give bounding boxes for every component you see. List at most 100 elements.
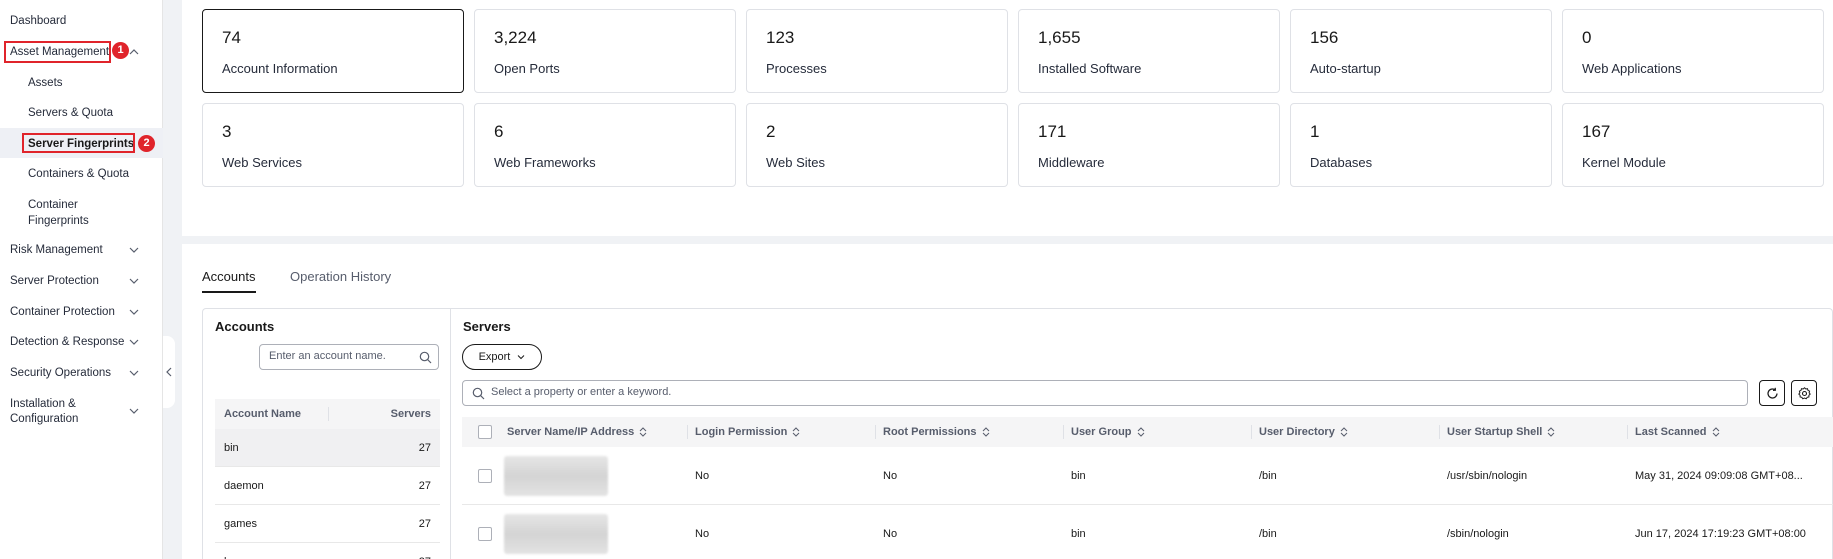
column-header-root-permissions[interactable]: Root Permissions xyxy=(883,426,991,438)
annotation-marker-1: 1 xyxy=(112,42,129,59)
card-web-applications[interactable]: 0 Web Applications xyxy=(1562,9,1824,93)
row-checkbox[interactable] xyxy=(478,469,492,483)
sidebar-item-risk-management[interactable]: Risk Management xyxy=(10,244,103,256)
column-divider xyxy=(1251,425,1252,439)
servers-pane: Servers Export Server Name/IP Address Lo… xyxy=(451,309,1833,559)
card-value: 156 xyxy=(1310,28,1339,47)
chevron-down-icon[interactable] xyxy=(128,367,140,379)
chevron-down-icon[interactable] xyxy=(128,405,140,417)
card-processes[interactable]: 123 Processes xyxy=(746,9,1008,93)
column-label: User Directory xyxy=(1259,426,1335,438)
card-databases[interactable]: 1 Databases xyxy=(1290,103,1552,187)
server-search-input[interactable] xyxy=(462,380,1748,406)
column-header-last-scanned[interactable]: Last Scanned xyxy=(1635,426,1721,438)
column-divider xyxy=(875,425,876,439)
card-account-information[interactable]: 74 Account Information xyxy=(202,9,464,93)
sidebar-item-security-operations[interactable]: Security Operations xyxy=(10,367,111,379)
sidebar-item-assets[interactable]: Assets xyxy=(28,75,63,91)
chevron-down-icon[interactable] xyxy=(128,275,140,287)
card-label: Web Services xyxy=(222,155,302,170)
row-checkbox[interactable] xyxy=(478,527,492,541)
sidebar: Dashboard Asset Management 1 Assets Serv… xyxy=(0,0,163,559)
settings-button[interactable] xyxy=(1791,380,1817,406)
card-label: Databases xyxy=(1310,155,1373,170)
card-value: 3,224 xyxy=(494,28,537,47)
sidebar-item-container-fingerprints[interactable]: Container Fingerprints xyxy=(28,197,89,229)
column-header-user-directory[interactable]: User Directory xyxy=(1259,426,1349,438)
cell-root-permissions: No xyxy=(883,528,898,540)
account-name: games xyxy=(224,518,258,530)
sidebar-item-servers-quota[interactable]: Servers & Quota xyxy=(28,105,113,121)
card-middleware[interactable]: 171 Middleware xyxy=(1018,103,1280,187)
sidebar-item-detection-response[interactable]: Detection & Response xyxy=(10,336,124,348)
card-label: Auto-startup xyxy=(1310,61,1381,76)
cell-user-startup-shell: /usr/sbin/nologin xyxy=(1447,470,1528,482)
details-panel: Accounts Operation History Accounts Acco… xyxy=(182,244,1833,559)
column-label: User Group xyxy=(1071,426,1132,438)
cell-user-directory: /bin xyxy=(1259,528,1277,540)
table-row[interactable]: No No bin /bin /sbin/nologin Jun 17, 202… xyxy=(462,505,1833,559)
accounts-title: Accounts xyxy=(215,319,275,334)
card-open-ports[interactable]: 3,224 Open Ports xyxy=(474,9,736,93)
chevron-up-icon[interactable] xyxy=(128,46,140,58)
column-header-login-permission[interactable]: Login Permission xyxy=(695,426,801,438)
sidebar-collapse-button[interactable] xyxy=(163,336,175,408)
select-all-checkbox[interactable] xyxy=(478,425,492,439)
sidebar-item-label: Configuration xyxy=(10,413,79,425)
server-search-field[interactable] xyxy=(491,386,1691,398)
column-divider xyxy=(328,407,329,421)
account-search-field[interactable] xyxy=(269,350,409,362)
table-row[interactable]: No No bin /bin /usr/sbin/nologin May 31,… xyxy=(462,447,1833,505)
column-divider xyxy=(1627,425,1628,439)
server-name-redacted xyxy=(504,456,608,496)
column-header-servers[interactable]: Servers xyxy=(391,408,431,420)
column-header-server-name[interactable]: Server Name/IP Address xyxy=(507,426,648,438)
cell-last-scanned: Jun 17, 2024 17:19:23 GMT+08:00 xyxy=(1635,528,1806,540)
sidebar-item-installation-configuration[interactable]: Installation & Configuration xyxy=(10,397,78,427)
chevron-down-icon[interactable] xyxy=(128,306,140,318)
sort-icon xyxy=(982,427,989,437)
export-label: Export xyxy=(478,351,511,363)
account-row[interactable]: bin 27 xyxy=(215,429,440,467)
card-web-services[interactable]: 3 Web Services xyxy=(202,103,464,187)
sort-icon xyxy=(1548,427,1555,437)
card-value: 3 xyxy=(222,122,232,141)
card-label: Kernel Module xyxy=(1582,155,1666,170)
card-web-frameworks[interactable]: 6 Web Frameworks xyxy=(474,103,736,187)
card-label: Web Sites xyxy=(766,155,826,170)
card-kernel-module[interactable]: 167 Kernel Module xyxy=(1562,103,1824,187)
sidebar-item-containers-quota[interactable]: Containers & Quota xyxy=(28,166,129,182)
card-value: 1 xyxy=(1310,122,1320,141)
chevron-down-icon[interactable] xyxy=(128,336,140,348)
column-header-account-name[interactable]: Account Name xyxy=(224,408,301,420)
sidebar-item-dashboard[interactable]: Dashboard xyxy=(10,15,66,27)
card-installed-software[interactable]: 1,655 Installed Software xyxy=(1018,9,1280,93)
sort-icon xyxy=(1137,427,1144,437)
search-icon[interactable] xyxy=(419,351,432,364)
sidebar-item-container-protection[interactable]: Container Protection xyxy=(10,306,115,318)
column-header-user-group[interactable]: User Group xyxy=(1071,426,1146,438)
account-row[interactable]: daemon 27 xyxy=(215,467,440,505)
cell-user-directory: /bin xyxy=(1259,470,1277,482)
card-label: Middleware xyxy=(1038,155,1105,170)
chevron-down-icon[interactable] xyxy=(128,244,140,256)
accounts-servers-frame: Accounts Account Name Servers bin 27 dae… xyxy=(202,308,1833,559)
refresh-button[interactable] xyxy=(1759,380,1785,406)
tab-accounts[interactable]: Accounts xyxy=(202,269,255,284)
statistics-panel: 74 Account Information 3,224 Open Ports … xyxy=(182,0,1833,236)
column-label: Root Permissions xyxy=(883,426,977,438)
card-label: Open Ports xyxy=(494,61,560,76)
chevron-left-icon xyxy=(166,367,172,377)
account-row[interactable]: games 27 xyxy=(215,505,440,543)
chevron-down-icon xyxy=(518,355,525,360)
tab-operation-history[interactable]: Operation History xyxy=(290,269,391,284)
export-button[interactable]: Export xyxy=(462,344,542,370)
sidebar-item-server-protection[interactable]: Server Protection xyxy=(10,275,99,287)
cell-root-permissions: No xyxy=(883,470,898,482)
account-row[interactable]: lp 27 xyxy=(215,543,440,559)
card-auto-startup[interactable]: 156 Auto-startup xyxy=(1290,9,1552,93)
annotation-highlight-asset-management xyxy=(4,41,111,63)
column-header-user-startup-shell[interactable]: User Startup Shell xyxy=(1447,426,1556,438)
account-search-input[interactable] xyxy=(259,344,439,370)
card-web-sites[interactable]: 2 Web Sites xyxy=(746,103,1008,187)
